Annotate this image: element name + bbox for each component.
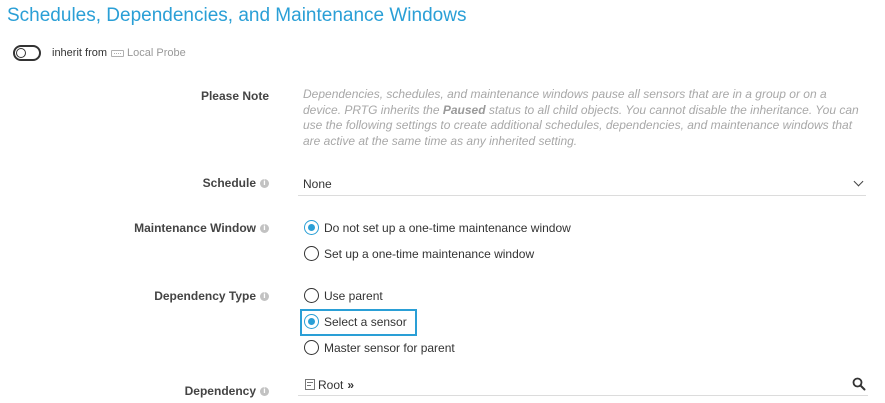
dependency-picker[interactable]: Root » [298,374,868,396]
dependency-type-label-text: Dependency Type [154,289,256,303]
please-note-text: Dependencies, schedules, and maintenance… [303,87,863,149]
schedule-label-text: Schedule [202,176,256,190]
inherit-row: inherit from Local Probe [13,43,186,63]
breadcrumb-separator: » [347,378,355,392]
radio-label: Use parent [324,288,383,303]
maintenance-window-label-text: Maintenance Window [134,221,256,235]
toggle-knob [16,48,26,58]
object-tree-icon [305,379,315,390]
radio-label: Set up a one-time maintenance window [324,246,535,261]
radio-label: Do not set up a one-time maintenance win… [324,220,571,235]
radio-unselected-icon[interactable] [304,246,319,261]
dependency-label-text: Dependency [184,384,256,398]
inherit-toggle[interactable] [13,45,41,61]
probe-icon [111,49,125,57]
radio-unselected-icon[interactable] [304,288,319,303]
schedule-label: Schedule i [203,176,269,190]
radio-unselected-icon[interactable] [304,340,319,355]
inherit-label: inherit from [52,47,108,59]
dependency-type-label: Dependency Type i [154,289,269,303]
radio-selected-icon[interactable] [304,314,319,329]
schedule-selected-value: None [303,177,332,191]
maintenance-option-setup[interactable]: Set up a one-time maintenance window [304,246,534,261]
maintenance-option-none[interactable]: Do not set up a one-time maintenance win… [304,220,571,235]
maintenance-window-label: Maintenance Window i [134,221,269,235]
info-icon[interactable]: i [260,291,269,301]
info-icon[interactable]: i [260,223,269,233]
dependency-value: Root » [318,378,354,392]
dependency-option-use-parent[interactable]: Use parent [304,288,383,303]
inherit-source-name: Local Probe [127,47,186,59]
dependency-option-select-sensor[interactable]: Select a sensor [304,314,407,329]
dependency-label: Dependency i [185,384,269,398]
search-icon[interactable] [852,377,866,391]
radio-selected-icon[interactable] [304,220,319,235]
please-note-label: Please Note [201,89,269,103]
radio-label: Select a sensor [324,314,407,329]
dependency-option-master-sensor[interactable]: Master sensor for parent [304,340,455,355]
schedule-select[interactable]: None [298,172,866,196]
info-icon[interactable]: i [260,178,269,188]
section-title: Schedules, Dependencies, and Maintenance… [7,5,467,26]
note-text-bold: Paused [442,102,486,117]
info-icon[interactable]: i [260,386,269,396]
please-note-label-text: Please Note [200,89,269,103]
dependency-root[interactable]: Root [318,378,343,392]
chevron-down-icon [853,176,864,187]
radio-label: Master sensor for parent [324,340,455,355]
